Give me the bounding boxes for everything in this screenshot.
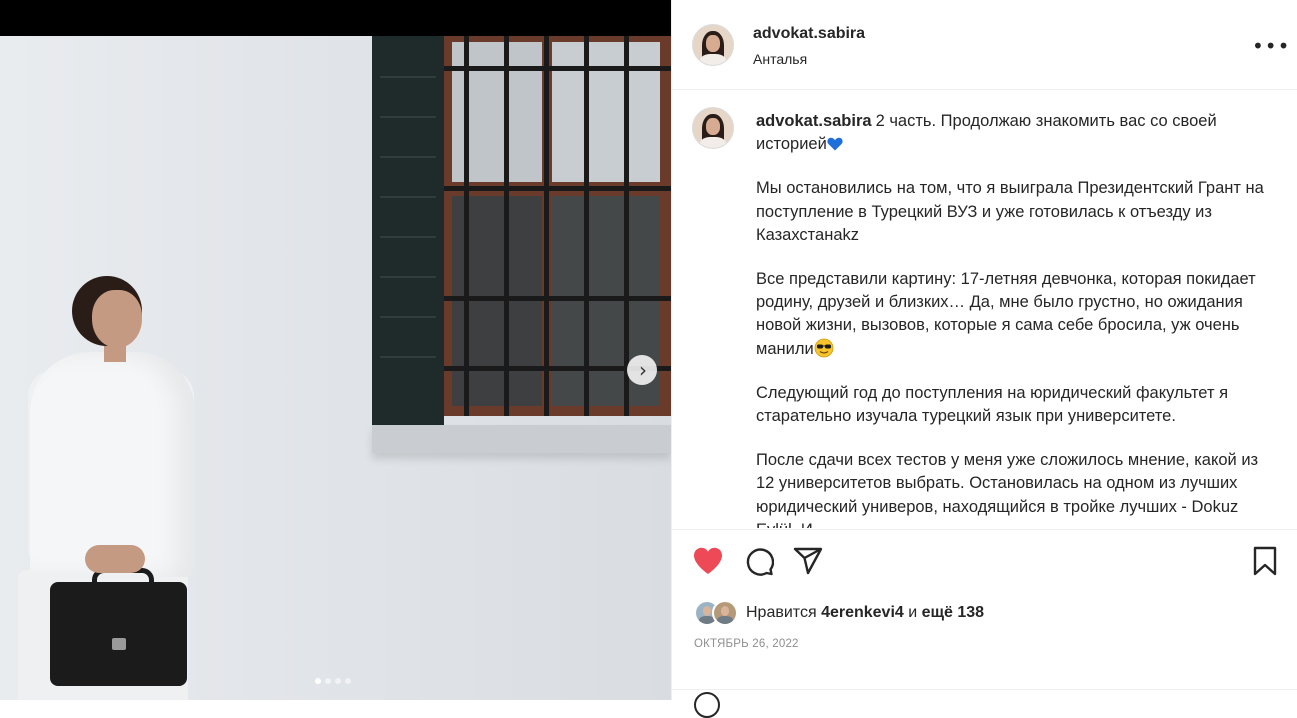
likes-others-link[interactable]: ещё 138 [922, 604, 984, 621]
carousel-next-button[interactable]: › [627, 355, 657, 385]
post-photo[interactable]: › [0, 0, 671, 700]
photo-bag [50, 582, 187, 686]
photo-bag-lock [112, 638, 126, 650]
caption-paragraph: Мы остановились на том, что я выиграла П… [756, 179, 1269, 244]
likes-count-text[interactable]: Нравится 4erenkevi4 и ещё 138 [746, 604, 984, 622]
likes-row[interactable]: Нравится 4erenkevi4 и ещё 138 [694, 599, 984, 627]
photo-person-shirt [30, 352, 195, 577]
header-location-link[interactable]: Анталья [753, 51, 807, 67]
caption-username-link[interactable]: advokat.sabira [756, 112, 872, 130]
carousel-dots [315, 678, 351, 684]
caption-paragraph: Следующий год до поступления на юридичес… [756, 383, 1233, 426]
photo-top-band [0, 0, 671, 36]
post-panel: advokat.sabira Анталья ••• advokat.sabir… [671, 0, 1297, 718]
header-username-link[interactable]: advokat.sabira [753, 25, 865, 43]
post-header: advokat.sabira Анталья ••• [672, 0, 1297, 90]
carousel-dot [335, 678, 341, 684]
comment-icon[interactable] [744, 546, 775, 581]
likes-prefix: Нравится [746, 604, 817, 621]
photo-person-hands [85, 545, 145, 573]
photo-window-sill [372, 425, 671, 453]
carousel-dot [325, 678, 331, 684]
share-icon[interactable] [793, 546, 823, 581]
bookmark-icon[interactable] [1252, 546, 1278, 581]
likes-joiner: и [908, 604, 918, 621]
liker-avatar [712, 600, 738, 626]
caption-paragraph: После сдачи всех тестов у меня уже сложи… [756, 451, 1259, 528]
caption-text: advokat.sabira 2 часть. Продолжаю знакоми… [756, 110, 1268, 528]
caption-avatar[interactable] [692, 107, 734, 149]
photo-person-face [92, 290, 142, 348]
caption-area[interactable]: advokat.sabira 2 часть. Продолжаю знакоми… [672, 90, 1297, 528]
post-date: ОКТЯБРЬ 26, 2022 [694, 638, 799, 650]
emoji-icon[interactable] [694, 692, 720, 718]
comment-bar [672, 689, 1297, 718]
blue-heart-icon [827, 137, 843, 151]
avatar[interactable] [692, 24, 734, 66]
heart-icon[interactable] [692, 546, 724, 581]
photo-shutter [372, 36, 444, 426]
liker-username-link[interactable]: 4erenkevi4 [821, 604, 904, 621]
carousel-dot [315, 678, 321, 684]
more-icon[interactable]: ••• [1252, 34, 1290, 58]
chevron-right-icon: › [639, 358, 647, 382]
post-actions: Нравится 4erenkevi4 и ещё 138 ОКТЯБРЬ 26… [672, 529, 1297, 701]
carousel-dot [345, 678, 351, 684]
sunglasses-emoji-icon [814, 338, 834, 358]
